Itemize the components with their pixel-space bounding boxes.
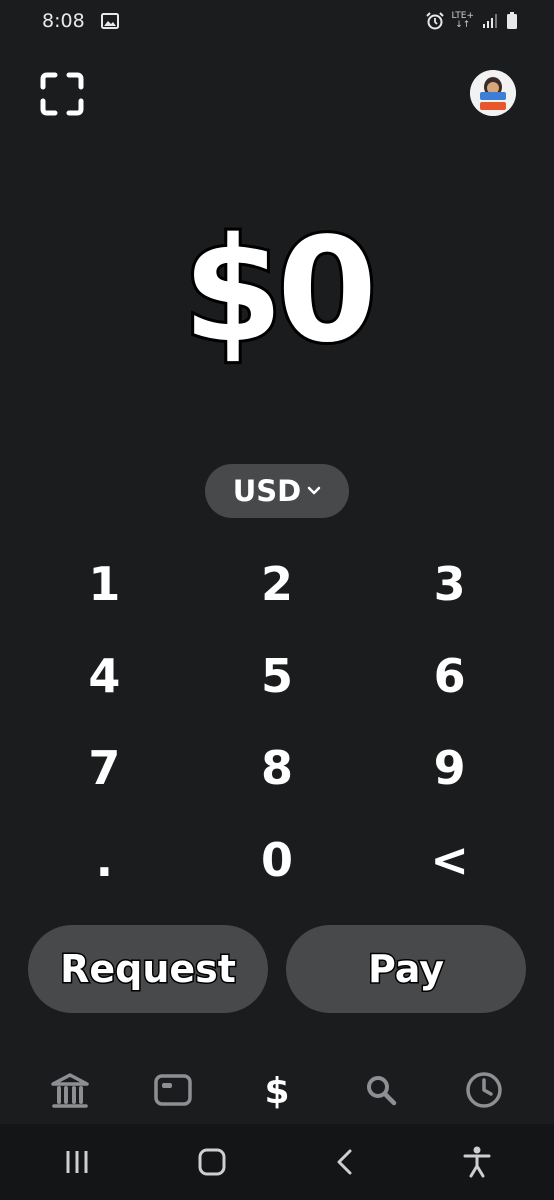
back-icon[interactable] <box>333 1147 357 1177</box>
data-arrows-icon: ↓↑ <box>455 20 471 30</box>
status-left: 8:08 <box>42 10 119 32</box>
tab-banking[interactable] <box>40 1060 100 1120</box>
keypad: 1 2 3 4 5 6 7 8 9 . 0 < <box>18 538 536 906</box>
key-4[interactable]: 4 <box>18 630 191 722</box>
status-right: LTE+ ↓↑ <box>425 12 519 30</box>
alarm-icon <box>425 12 444 30</box>
key-backspace[interactable]: < <box>363 814 536 906</box>
amount-display: $0 <box>180 203 380 377</box>
status-bar: 8:08 LTE+ ↓↑ <box>0 0 554 42</box>
currency-label: USD <box>232 474 302 508</box>
dollar-icon: $ <box>262 1070 292 1110</box>
key-8[interactable]: 8 <box>191 722 364 814</box>
key-decimal[interactable]: . <box>18 814 191 906</box>
svg-text:$: $ <box>264 1071 289 1110</box>
chevron-down-icon <box>307 486 321 496</box>
accessibility-icon[interactable] <box>463 1146 491 1178</box>
system-nav-bar <box>0 1124 554 1200</box>
key-6[interactable]: 6 <box>363 630 536 722</box>
qr-scan-icon[interactable] <box>36 68 88 120</box>
key-2[interactable]: 2 <box>191 538 364 630</box>
tab-card[interactable] <box>143 1060 203 1120</box>
key-9[interactable]: 9 <box>363 722 536 814</box>
search-icon <box>364 1073 398 1107</box>
key-3[interactable]: 3 <box>363 538 536 630</box>
signal-icon <box>482 13 498 29</box>
request-button[interactable]: Request <box>28 925 268 1013</box>
tab-cash[interactable]: $ <box>247 1060 307 1120</box>
home-icon[interactable] <box>197 1147 227 1177</box>
image-icon <box>100 13 119 29</box>
recent-apps-icon[interactable] <box>63 1148 91 1176</box>
card-icon <box>154 1074 193 1106</box>
currency-selector[interactable]: USD <box>205 464 349 518</box>
profile-avatar[interactable] <box>470 70 516 116</box>
key-0[interactable]: 0 <box>191 814 364 906</box>
pay-button[interactable]: Pay <box>286 925 526 1013</box>
tab-activity[interactable] <box>454 1060 514 1120</box>
battery-icon <box>506 12 518 30</box>
status-time: 8:08 <box>42 10 85 32</box>
key-5[interactable]: 5 <box>191 630 364 722</box>
clock-icon <box>464 1070 504 1110</box>
key-7[interactable]: 7 <box>18 722 191 814</box>
bank-icon <box>50 1072 90 1108</box>
tab-search[interactable] <box>351 1060 411 1120</box>
key-1[interactable]: 1 <box>18 538 191 630</box>
network-label: LTE+ ↓↑ <box>452 12 475 30</box>
tab-bar: $ <box>0 1060 554 1120</box>
